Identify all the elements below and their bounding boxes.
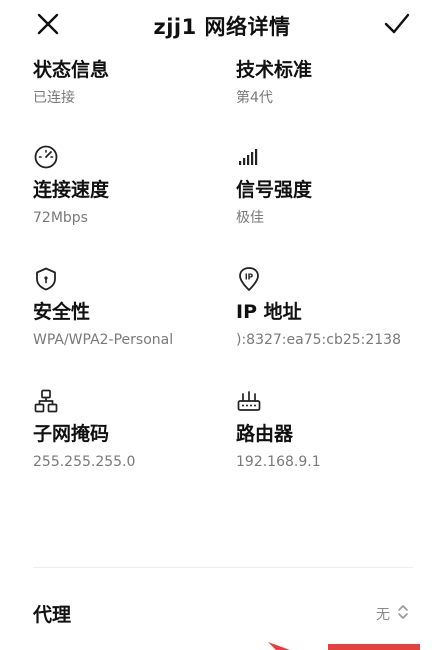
ip-info: IP IP 地址 ):8327:ea75:cb25:2138 bbox=[236, 266, 436, 350]
speedometer-icon bbox=[34, 145, 58, 169]
router-label: 路由器 bbox=[236, 423, 294, 445]
subnet-info: 子网掩码 255.255.255.0 bbox=[33, 388, 233, 472]
status-value: 已连接 bbox=[33, 90, 75, 106]
close-button[interactable] bbox=[28, 6, 68, 42]
svg-text:IP: IP bbox=[245, 273, 254, 282]
status-label: 状态信息 bbox=[33, 59, 110, 81]
bottom-partial-button[interactable] bbox=[328, 644, 420, 650]
security-info: 安全性 WPA/WPA2-Personal bbox=[33, 266, 233, 350]
status-info: 状态信息 已连接 bbox=[33, 58, 233, 108]
security-value: WPA/WPA2-Personal bbox=[33, 332, 174, 348]
up-down-chevron-icon bbox=[398, 605, 408, 619]
shield-icon bbox=[36, 267, 56, 291]
page-title: zjj1 网络详情 bbox=[153, 15, 291, 39]
close-icon bbox=[37, 13, 59, 35]
section-divider bbox=[33, 567, 413, 568]
standard-info: 技术标准 第4代 bbox=[236, 58, 436, 108]
signal-value: 极佳 bbox=[236, 210, 264, 226]
ip-label: IP 地址 bbox=[236, 301, 302, 323]
router-icon bbox=[237, 391, 261, 411]
signal-bars-icon bbox=[239, 149, 258, 165]
check-icon bbox=[384, 13, 410, 34]
proxy-label: 代理 bbox=[33, 604, 72, 626]
subnet-value: 255.255.255.0 bbox=[33, 454, 136, 470]
standard-label: 技术标准 bbox=[236, 59, 313, 81]
confirm-button[interactable] bbox=[377, 6, 417, 42]
ip-location-icon: IP bbox=[239, 267, 259, 291]
speed-label: 连接速度 bbox=[33, 179, 110, 201]
ip-value: ):8327:ea75:cb25:2138 bbox=[236, 332, 401, 348]
speed-value: 72Mbps bbox=[33, 210, 88, 226]
router-value: 192.168.9.1 bbox=[236, 454, 321, 470]
speed-info: 连接速度 72Mbps bbox=[33, 144, 233, 228]
proxy-value: 无 bbox=[376, 607, 390, 623]
signal-info: 信号强度 极佳 bbox=[236, 144, 436, 228]
subnet-label: 子网掩码 bbox=[33, 423, 110, 445]
security-label: 安全性 bbox=[33, 301, 91, 323]
bottom-partial-shape bbox=[268, 642, 290, 650]
header-bar: zjj1 网络详情 bbox=[0, 0, 444, 50]
router-info: 路由器 192.168.9.1 bbox=[236, 388, 436, 472]
network-topology-icon bbox=[34, 389, 58, 413]
proxy-setting-row[interactable]: 代理 无 bbox=[0, 590, 444, 634]
signal-label: 信号强度 bbox=[236, 179, 313, 201]
standard-value: 第4代 bbox=[236, 90, 273, 106]
